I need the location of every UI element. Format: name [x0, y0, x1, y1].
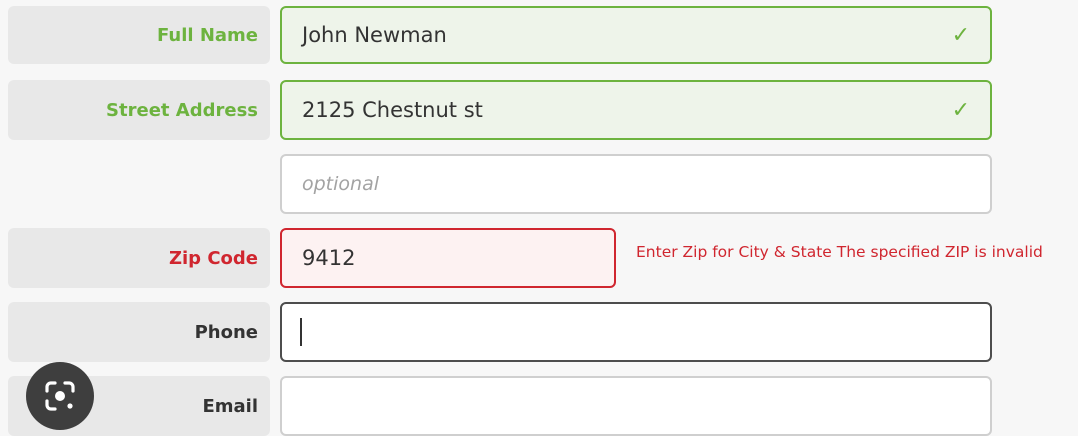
street-address-label: Street Address — [106, 99, 258, 121]
zip-code-value: 9412 — [302, 246, 356, 270]
email-label: Email — [202, 395, 258, 417]
full-name-input[interactable]: John Newman ✓ — [280, 6, 992, 64]
google-lens-icon — [45, 381, 75, 411]
street-address-value: 2125 Chestnut st — [302, 98, 483, 122]
street-address-input[interactable]: 2125 Chestnut st ✓ — [280, 80, 992, 140]
street-address-label-box: Street Address — [8, 80, 270, 140]
email-input[interactable] — [280, 376, 992, 436]
address-line2-placeholder: optional — [302, 173, 380, 195]
text-caret — [300, 318, 302, 346]
zip-code-input[interactable]: 9412 — [280, 228, 616, 288]
phone-label: Phone — [194, 321, 258, 343]
full-name-label-box: Full Name — [8, 6, 270, 64]
google-lens-button[interactable] — [26, 362, 94, 430]
zip-code-label: Zip Code — [168, 247, 258, 269]
address-line2-input[interactable]: optional — [280, 154, 992, 214]
full-name-value: John Newman — [302, 23, 447, 47]
check-icon: ✓ — [951, 22, 970, 48]
zip-code-error-message: Enter Zip for City & State The specified… — [636, 243, 1043, 261]
phone-input[interactable] — [280, 302, 992, 362]
zip-code-label-box: Zip Code — [8, 228, 270, 288]
full-name-label: Full Name — [157, 24, 258, 46]
check-icon: ✓ — [951, 97, 970, 123]
phone-label-box: Phone — [8, 302, 270, 362]
